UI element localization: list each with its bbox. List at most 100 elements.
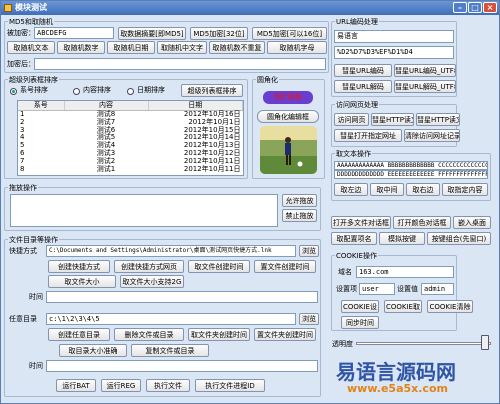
url-decode-button[interactable]: 彗星URL解码 [334, 80, 392, 93]
create-shortcut-button[interactable]: 创建快捷方式 [48, 260, 110, 273]
watermark-url: www.e5a5x.com [347, 382, 448, 395]
cookie-key-label: 设置项 [336, 285, 357, 293]
take-middle-button[interactable]: 取中间 [370, 183, 404, 196]
sort-list[interactable]: 系号 内容 日期 1 测试8 2012年10月16日 2 测试7 2012年10月1日 … [17, 100, 244, 176]
cell-number: 6 [20, 148, 25, 157]
dir-browse-button[interactable]: 浏览 [299, 313, 319, 325]
minimize-button[interactable]: – [453, 2, 467, 13]
md5-32-button[interactable]: MD5加密[32位] [190, 27, 248, 40]
sort-by-number-radio[interactable] [10, 88, 17, 95]
encrypt-input[interactable]: ABCDEFG [34, 27, 114, 39]
rounded-photo [260, 126, 317, 174]
cell-content: 测试1 [96, 164, 116, 173]
cell-number: 2 [20, 117, 25, 126]
drag-group-title: 拖放操作 [8, 183, 38, 193]
get-file-size-2g-button[interactable]: 取文件大小支持2G [120, 275, 184, 288]
sort-group-title: 超级列表框排序 [8, 75, 59, 85]
close-button[interactable]: × [483, 2, 497, 13]
open-multifile-dialog-button[interactable]: 打开多文件对话框 [331, 216, 391, 229]
delete-file-or-dir-button[interactable]: 删除文件或目录 [114, 328, 184, 341]
addressee-label: 被加密： [7, 29, 35, 37]
maximize-button[interactable]: □ [468, 2, 482, 13]
run-bat-button[interactable]: 运行BAT [56, 379, 96, 392]
dir-path-input[interactable]: c:\1\2\3\4\5 [46, 313, 296, 325]
get-file-ctime-button[interactable]: 取文件创建时间 [188, 260, 250, 273]
shortcut-browse-button[interactable]: 浏览 [299, 245, 319, 257]
md5-16-button[interactable]: MD5加密[可以16位] [252, 27, 327, 40]
get-file-size-button[interactable]: 取文件大小 [48, 275, 116, 288]
sync-time-button[interactable]: 同步时间 [341, 316, 379, 329]
random-number-button[interactable]: 取随机数字 [57, 41, 105, 54]
url-encoded-input[interactable]: %D2%D7%D3%EF%D1%D4 [334, 46, 454, 59]
http-read-text-button[interactable]: 彗星HTTP读文本 [371, 113, 414, 126]
cookie-clear-button[interactable]: COOKIE清除 [427, 300, 473, 313]
random-letter-button[interactable]: 取随机字母 [267, 41, 327, 54]
create-dir-button[interactable]: 创建任意目录 [48, 328, 110, 341]
url-decode-utf8-button[interactable]: 彗星URL解码_UTF8 [394, 80, 456, 93]
watermark-cn: 易语言源码网 [336, 360, 456, 384]
col-number[interactable]: 系号 [18, 101, 65, 111]
take-specified-button[interactable]: 取指定内容 [442, 183, 488, 196]
forbid-drag-button[interactable]: 禁止拖放 [282, 209, 317, 222]
url-group-title: URL编码处理 [335, 17, 379, 27]
table-row[interactable]: 8 测试1 2012年10月11日 [18, 164, 243, 174]
allow-drag-button[interactable]: 允许拖放 [282, 194, 317, 207]
url-encode-utf8-button[interactable]: 彗星URL编码_UTF8 [394, 64, 456, 77]
create-web-shortcut-button[interactable]: 创建快捷方式网页 [114, 260, 184, 273]
clear-history-button[interactable]: 清除访问网址记录 [404, 129, 460, 142]
sort-by-date-label: 日期排序 [137, 86, 165, 94]
drag-drop-area[interactable] [10, 194, 278, 227]
encrypted-output[interactable] [34, 58, 326, 70]
time-label: 时间 [29, 293, 43, 301]
app-icon [4, 4, 12, 12]
get-dir-size-button[interactable]: 取目录大小准确 [59, 344, 127, 357]
cookie-set-button[interactable]: COOKIE设 [341, 300, 379, 313]
opacity-track[interactable] [356, 342, 491, 345]
file-time-input[interactable] [46, 291, 318, 303]
abstract-button[interactable]: 取数据摘要[即MD5] [118, 27, 186, 40]
copy-file-or-dir-button[interactable]: 复制文件或目录 [131, 344, 209, 357]
simulate-key-button[interactable]: 模拟按键 [379, 232, 425, 245]
cookie-group-title: COOKIE操作 [335, 251, 378, 261]
config-name-button[interactable]: 取配置项名 [331, 232, 377, 245]
open-url-button[interactable]: 彗星打开指定网址 [334, 129, 402, 142]
exec-file-pid-button[interactable]: 执行文件进程ID [195, 379, 265, 392]
open-color-dialog-button[interactable]: 打开颜色对话框 [393, 216, 451, 229]
text-source-line2[interactable]: DDDDDDDDDDDDD EEEEEEEEEEEEE FFFFFFFFFFFF… [334, 170, 488, 179]
random-unique-button[interactable]: 取随机数不重复 [209, 41, 265, 54]
url-encode-button[interactable]: 彗星URL编码 [334, 64, 392, 77]
get-dir-ctime-button[interactable]: 取文件夹创建时间 [188, 328, 250, 341]
text-source-line1[interactable]: AAAAAAAAAAAAA BBBBBBBBBBBBB CCCCCCCCCCCC… [334, 161, 488, 170]
exec-file-button[interactable]: 执行文件 [146, 379, 190, 392]
take-left-button[interactable]: 取左边 [334, 183, 368, 196]
cell-number: 3 [20, 125, 25, 134]
cookie-get-button[interactable]: COOKIE取 [384, 300, 422, 313]
opacity-label: 透明度 [332, 340, 353, 348]
opacity-thumb[interactable] [481, 335, 489, 350]
cookie-key-input[interactable]: user [359, 283, 395, 295]
cookie-value-input[interactable]: admin [421, 283, 454, 295]
cell-number: 7 [20, 156, 25, 165]
url-plain-input[interactable]: 易语言 [334, 30, 454, 43]
http-read-file-button[interactable]: 彗星HTTP读文件 [416, 113, 460, 126]
run-reg-button[interactable]: 运行REG [101, 379, 141, 392]
sort-by-content-radio[interactable] [73, 88, 80, 95]
sort-by-date-radio[interactable] [127, 88, 134, 95]
cell-number: 1 [20, 110, 25, 118]
random-date-button[interactable]: 取随机日期 [107, 41, 155, 54]
rounded-editbox-button[interactable]: 圆角化编辑框 [257, 110, 319, 123]
dir-label: 任意目录 [9, 315, 37, 323]
random-chinese-button[interactable]: 取随机中文字 [157, 41, 207, 54]
take-right-button[interactable]: 取右边 [406, 183, 440, 196]
visit-webpage-button[interactable]: 访问网页 [334, 113, 369, 126]
shortcut-path-input[interactable]: C:\Documents and Settings\Administrator\… [46, 245, 296, 257]
dir-time-input[interactable] [46, 360, 318, 372]
key-combo-button[interactable]: 按键组合(先窗口) [427, 232, 491, 245]
sort-button[interactable]: 超级列表框排序 [181, 84, 243, 97]
set-file-ctime-button[interactable]: 置文件创建时间 [254, 260, 316, 273]
cookie-domain-input[interactable]: 163.com [356, 266, 454, 278]
embed-desktop-button[interactable]: 嵌入桌面 [453, 216, 491, 229]
after-label: 加密后： [7, 60, 35, 68]
set-dir-ctime-button[interactable]: 置文件夹创建时间 [254, 328, 316, 341]
random-text-button[interactable]: 取随机文本 [7, 41, 55, 54]
